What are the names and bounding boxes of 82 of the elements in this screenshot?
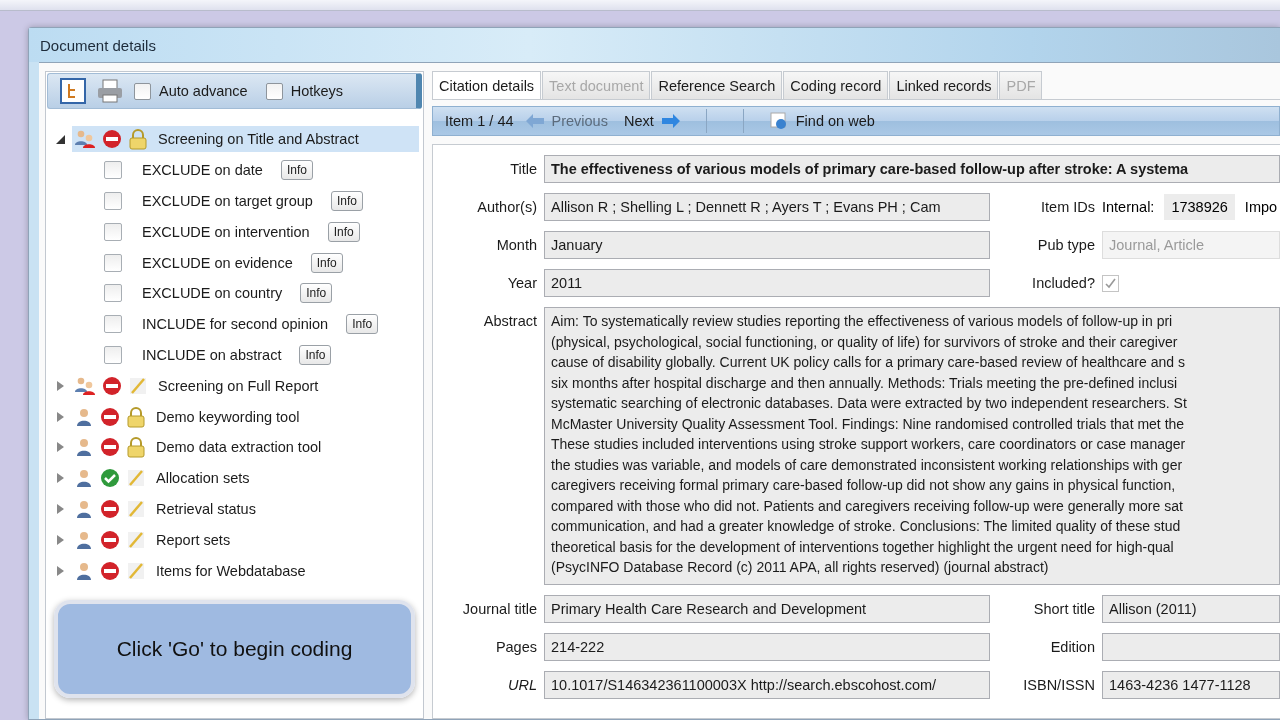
toolbar-checkbox[interactable]: Hotkeys — [265, 82, 344, 100]
tab[interactable]: Reference Search — [651, 71, 783, 99]
expand-icon[interactable] — [56, 534, 64, 545]
tab[interactable]: Linked records — [889, 71, 999, 99]
tree-icon[interactable] — [60, 78, 86, 104]
code-label: INCLUDE on abstract — [142, 346, 282, 363]
tree-node[interactable]: Demo keywording tool — [72, 403, 419, 430]
checkbox[interactable] — [104, 345, 122, 364]
info-button[interactable]: Info — [346, 314, 379, 335]
field-label: Pages — [494, 637, 537, 655]
field-label: Year — [506, 274, 537, 291]
info-button[interactable]: Info — [300, 283, 333, 304]
info-button[interactable]: Info — [327, 221, 360, 242]
edition-field[interactable] — [1102, 632, 1280, 661]
pages-field[interactable]: 214-222 — [544, 632, 990, 661]
expand-icon[interactable] — [56, 411, 64, 422]
find-on-web-button[interactable]: Find on web — [765, 112, 879, 130]
field-label: URL — [507, 675, 537, 693]
field-label: Month — [495, 236, 537, 253]
window-title: Document details — [40, 36, 156, 54]
checkbox[interactable] — [104, 315, 122, 334]
field-label: Title — [509, 160, 537, 177]
expand-icon[interactable] — [56, 565, 64, 576]
checkbox[interactable] — [104, 253, 122, 272]
field-label: Journal title — [461, 599, 537, 617]
tab[interactable]: Citation details — [432, 71, 542, 99]
title-field[interactable]: The effectiveness of various models of primary care-based follow-up after stroke: A systema — [544, 155, 1280, 183]
expand-icon[interactable] — [56, 503, 64, 514]
field-label: ISBN/ISSN — [1022, 675, 1095, 693]
field-label: Edition — [1049, 637, 1095, 655]
short-title-field[interactable]: Allison (2011) — [1102, 594, 1280, 623]
checkbox[interactable] — [104, 192, 122, 210]
item-counter: Item 1 / 44 — [445, 113, 514, 129]
right-arrow-icon — [661, 114, 680, 128]
authors-field[interactable]: Allison R ; Shelling L ; Dennett R ; Ayers T ; Evans PH ; Cam — [544, 193, 990, 221]
toolbar-checkbox[interactable]: Auto advance — [134, 82, 248, 100]
internal-id-field[interactable]: 1738926 — [1164, 194, 1235, 220]
checkbox[interactable] — [104, 222, 122, 241]
collapse-icon[interactable] — [55, 134, 65, 144]
expand-icon[interactable] — [56, 442, 64, 453]
journal-field[interactable]: Primary Health Care Research and Development — [544, 594, 990, 623]
field-label: Author(s) — [476, 198, 537, 215]
info-button[interactable]: Info — [310, 252, 343, 273]
tree-node[interactable]: Report sets — [72, 526, 419, 553]
field-label: Internal: — [1102, 199, 1155, 215]
tree-node[interactable]: Screening on Title and Abstract — [72, 126, 419, 153]
month-field[interactable]: January — [544, 231, 990, 259]
info-button[interactable]: Info — [330, 191, 363, 211]
tree-node[interactable]: Screening on Full Report — [72, 372, 419, 399]
checkbox[interactable] — [104, 161, 122, 180]
code-label: INCLUDE for second opinion — [142, 316, 329, 333]
left-arrow-icon — [525, 114, 544, 128]
tree-node[interactable]: Allocation sets — [72, 465, 419, 492]
isbn-field[interactable]: 1463-4236 1477-1128 — [1102, 670, 1280, 699]
field-label: Item IDs — [1040, 198, 1095, 215]
tree-node[interactable]: Demo data extraction tool — [72, 434, 419, 461]
checkbox[interactable] — [104, 284, 122, 303]
tab[interactable]: Coding record — [783, 71, 889, 99]
tree-node[interactable]: Items for Webdatabase — [72, 557, 419, 584]
code-label: EXCLUDE on country — [142, 285, 283, 302]
expand-icon[interactable] — [56, 380, 64, 391]
year-field[interactable]: 2011 — [544, 269, 990, 297]
field-label: Short title — [1032, 599, 1095, 617]
field-label: Impo — [1244, 199, 1278, 215]
tree-node[interactable]: Retrieval status — [72, 495, 419, 522]
field-label: Pub type — [1036, 236, 1095, 253]
code-label: EXCLUDE on intervention — [142, 223, 310, 240]
info-button[interactable]: Info — [280, 160, 313, 181]
code-label: EXCLUDE on date — [142, 162, 263, 179]
info-button[interactable]: Info — [299, 344, 332, 365]
field-label: Abstract — [482, 312, 537, 329]
printer-icon[interactable] — [96, 78, 124, 104]
next-button[interactable]: Next — [619, 113, 684, 129]
expand-icon[interactable] — [56, 473, 64, 484]
abstract-field[interactable]: Aim: To systematically review studies reporting the effectiveness of various models of follow-up in pri (physical, psychological, social functioning, or quality of life) for survivors of stroke and their caregiver cause of disability globally. Current UK policy calls for a primary care-based review of healthcare and s six months after hospital discharge and then annually. Methods: Trials meeting the pre-defined inclusi systematic searching of electronic databases. Data were extracted by two independent researchers. St McMaster University Quality Assessment Tool. Findings: Nine randomised controlled trials that met the These studies included interventions using stroke support workers, care coordinators or case manager the studies was variable, and models of care demonstrated inconsistent working relationships with ger caregivers receiving formal primary care-based follow-up did not show any gains in physical function, compared with those who did not. Patients and caregivers receiving follow-up were generally more sat communication, and had a greater knowledge of stroke. Conclusions: The limited quality of these stud theoretical basis for the development of interventions together highlight the urgent need for high-qual (PsycINFO Database Record (c) 2011 APA, all rights reserved) (journal abstract) — [544, 307, 1280, 585]
included-checkbox[interactable] — [1102, 275, 1119, 292]
code-label: EXCLUDE on evidence — [142, 254, 293, 271]
url-field[interactable]: 10.1017/S146342361100003X http://search.ebscohost.com/ — [544, 670, 990, 699]
code-label: EXCLUDE on target group — [142, 193, 313, 209]
field-label: Included? — [1031, 274, 1095, 291]
coding-hint-toast: Click 'Go' to begin coding — [54, 600, 415, 698]
globe-page-icon — [769, 112, 788, 130]
